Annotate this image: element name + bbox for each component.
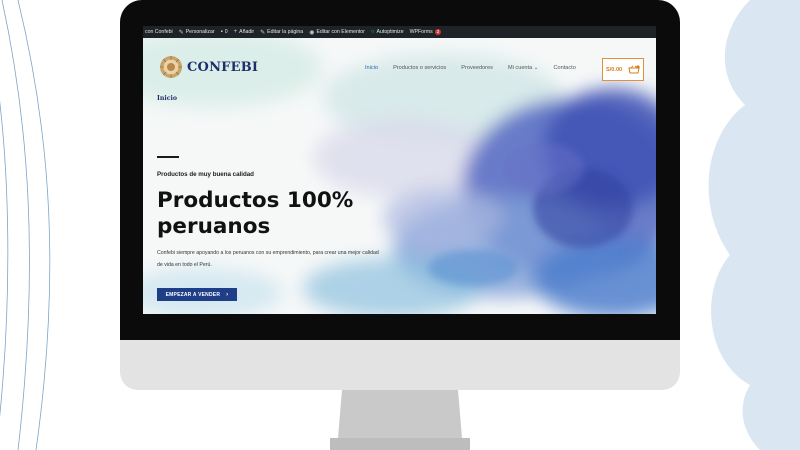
status-circle-icon: ○	[370, 29, 375, 35]
shopping-basket-icon	[628, 65, 640, 74]
monitor-stand	[330, 390, 470, 450]
decorative-lines	[0, 0, 51, 450]
plus-icon: +	[233, 29, 238, 35]
monitor-chin	[120, 340, 680, 390]
admin-elementor-link[interactable]: ◉ Editar con Elementor	[309, 29, 365, 36]
brush-icon: ✎	[178, 29, 184, 36]
pencil-icon: ✎	[260, 29, 266, 36]
comment-icon: ▪	[220, 29, 223, 35]
hero-headline: Productos 100% peruanos	[157, 188, 354, 239]
nav-item-inicio[interactable]: Inicio	[365, 65, 378, 71]
cta-label: EMPEZAR A VENDER	[165, 291, 221, 298]
start-selling-button[interactable]: EMPEZAR A VENDER ›	[157, 288, 237, 301]
cart-button[interactable]: S/0.00	[602, 58, 644, 81]
nav-item-productos[interactable]: Productos o servicios	[393, 65, 446, 71]
admin-wpforms-link[interactable]: WPForms 2	[410, 29, 442, 35]
main-nav: Inicio Productos o servicios Proveedores…	[365, 65, 591, 71]
admin-autoptimize-link[interactable]: ○ Autoptimize	[371, 29, 404, 35]
decorative-cloud	[708, 0, 800, 450]
admin-site-link[interactable]: con Confebi	[145, 29, 173, 35]
wp-admin-bar: con Confebi ✎ Personalizar ▪ 0 + Añadir ✎ Ed…	[143, 26, 656, 38]
divider-line	[157, 156, 179, 158]
hero-section: CONFEBI Inicio Productos o servicios Pro…	[143, 38, 656, 314]
admin-comments-link[interactable]: ▪ 0	[221, 29, 228, 35]
breadcrumb[interactable]: Inicio	[157, 95, 177, 102]
admin-edit-page-link[interactable]: ✎ Editar la página	[260, 29, 303, 36]
admin-add-new-link[interactable]: + Añadir	[234, 29, 255, 35]
monitor-screen: con Confebi ✎ Personalizar ▪ 0 + Añadir ✎ Ed…	[143, 26, 656, 314]
nav-item-contacto[interactable]: Contacto	[553, 65, 575, 71]
hero-description: Confebi siempre apoyando a los peruanos …	[157, 250, 379, 268]
nav-item-mi-cuenta[interactable]: Mi cuenta ⌄	[508, 65, 539, 71]
nav-item-proveedores[interactable]: Proveedores	[461, 65, 493, 71]
admin-customize-link[interactable]: ✎ Personalizar	[179, 29, 215, 36]
illustration: con Confebi ✎ Personalizar ▪ 0 + Añadir ✎ Ed…	[0, 0, 800, 450]
elementor-icon: ◉	[309, 29, 315, 36]
site-logo[interactable]: CONFEBI	[159, 55, 258, 79]
cart-total: S/0.00	[606, 66, 623, 73]
logo-text: CONFEBI	[187, 59, 259, 75]
notification-badge: 2	[434, 29, 442, 35]
chevron-right-icon: ›	[226, 291, 229, 298]
sun-emblem-icon	[160, 56, 182, 78]
hero-eyebrow: Productos de muy buena calidad	[157, 171, 254, 178]
